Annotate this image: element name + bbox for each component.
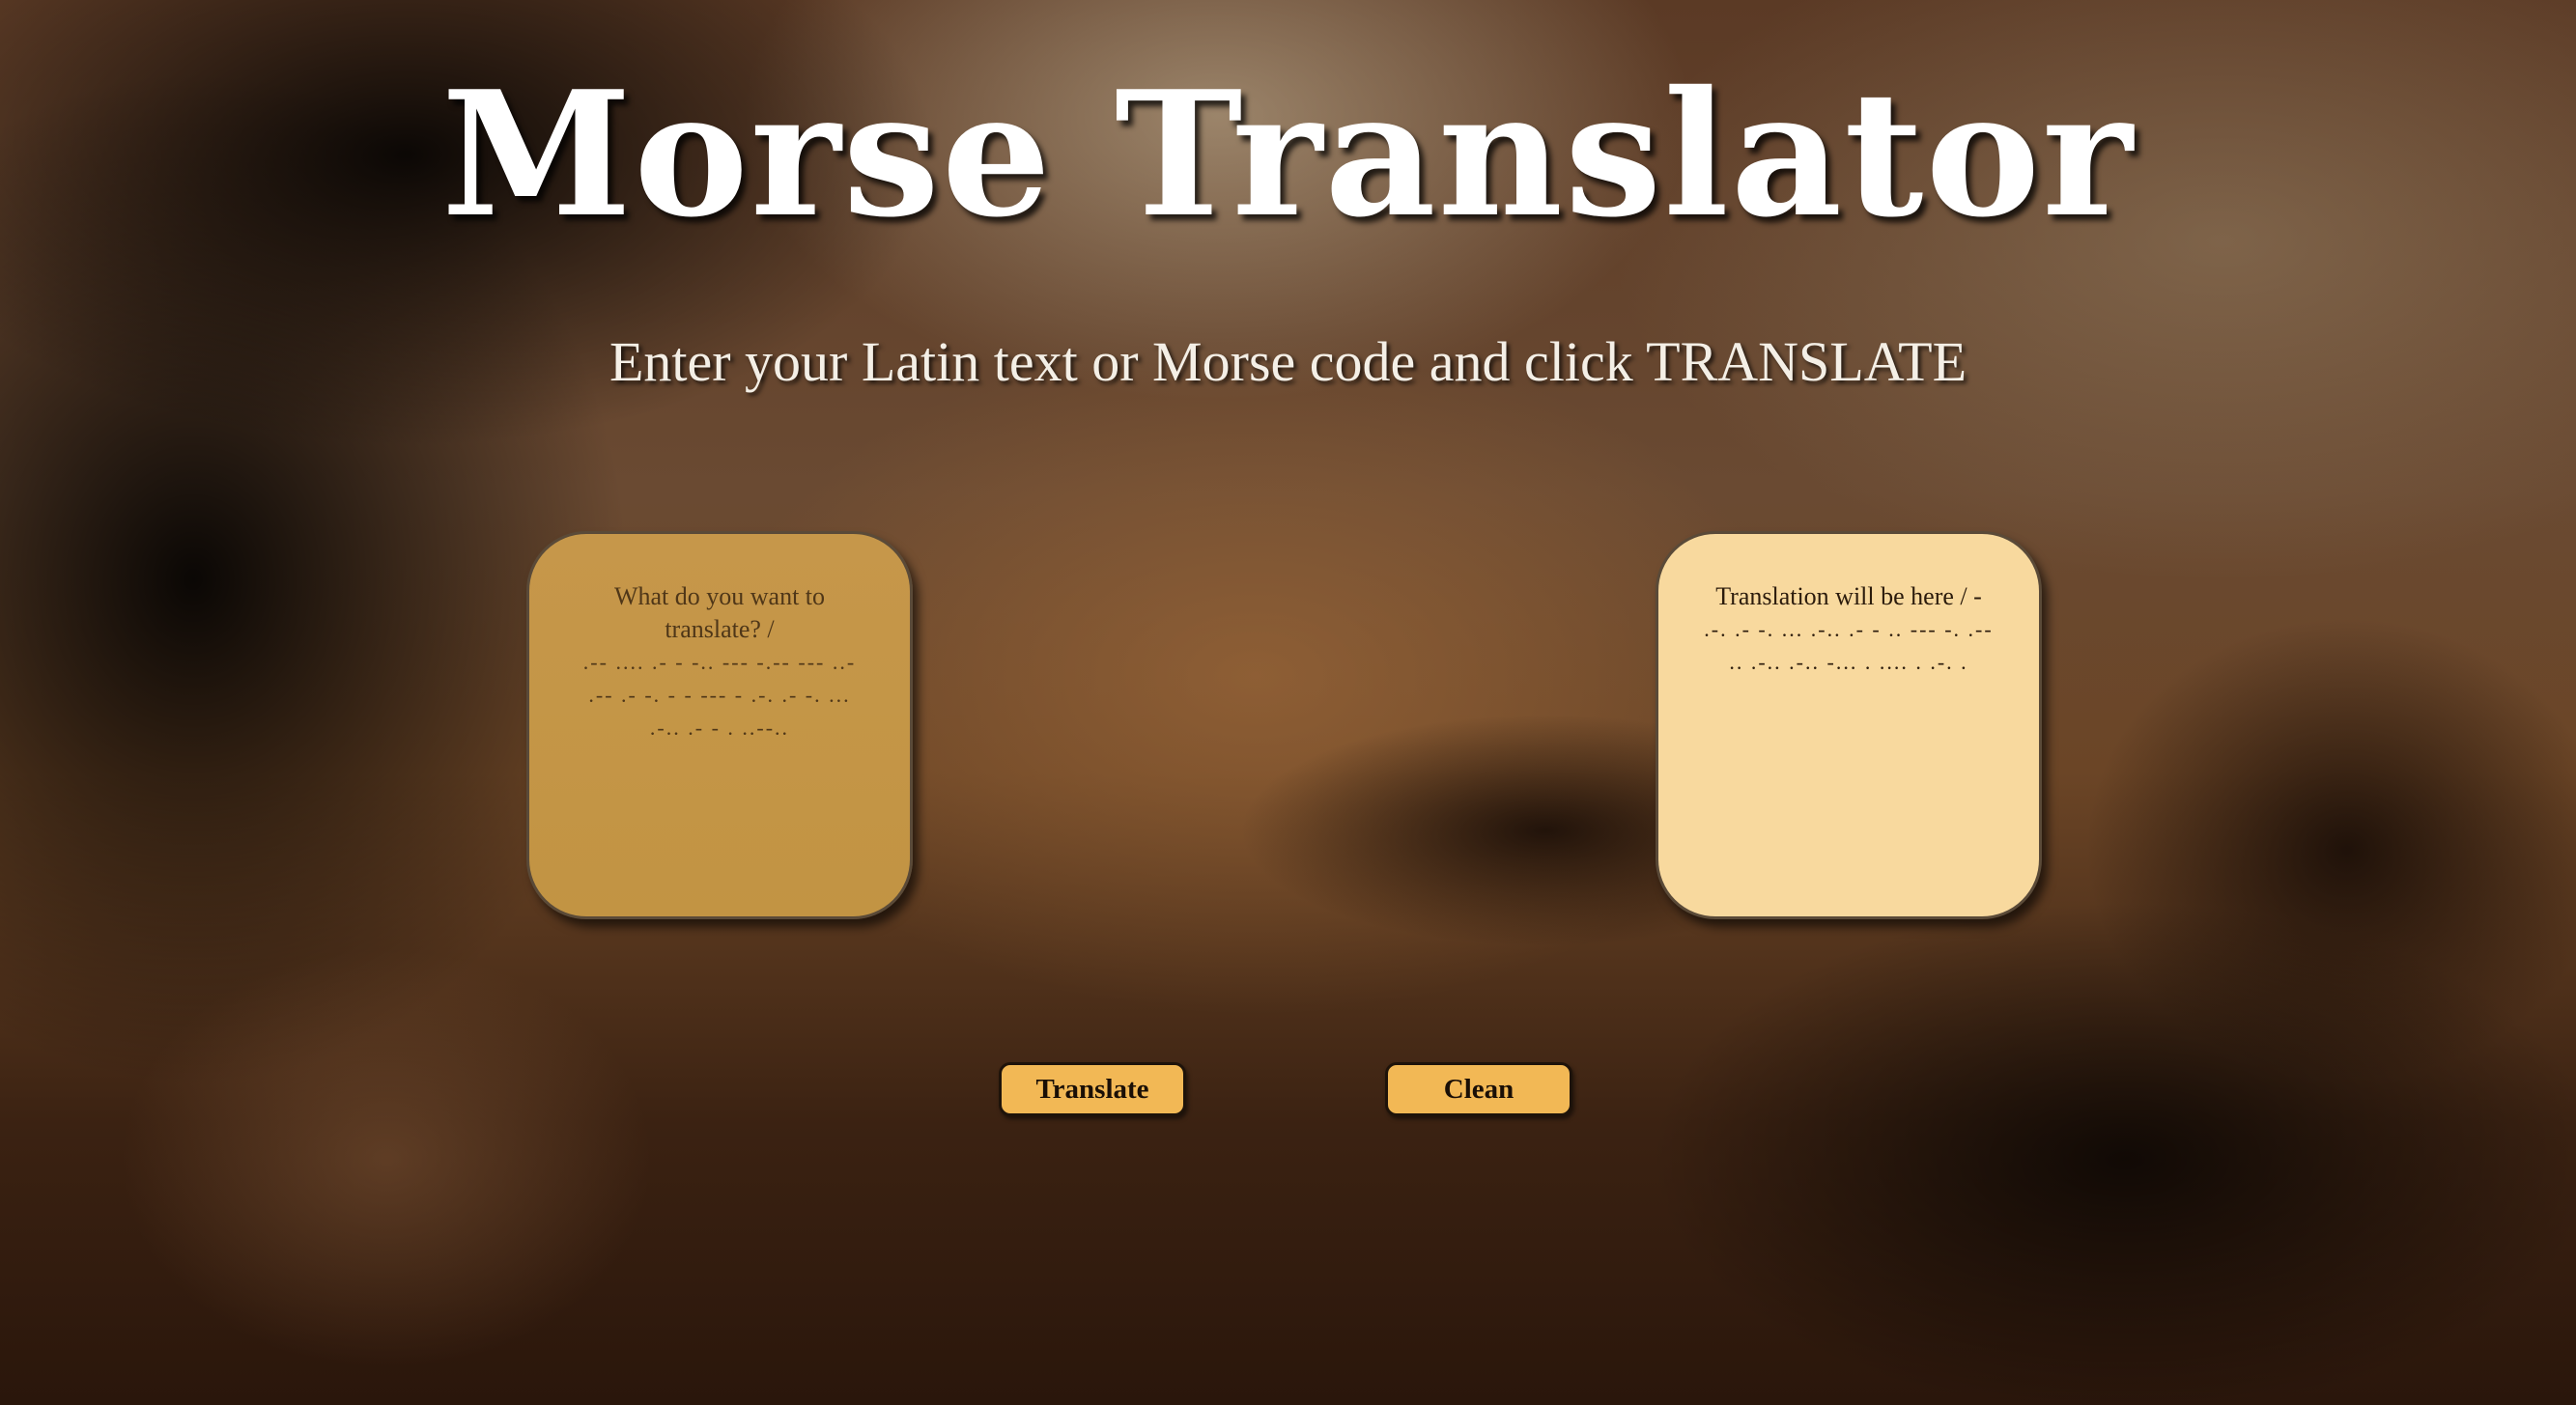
output-placeholder-text: Translation will be here / - bbox=[1715, 582, 1982, 610]
page-subtitle: Enter your Latin text or Morse code and … bbox=[609, 330, 1967, 393]
background-arm bbox=[58, 869, 831, 1405]
translate-button[interactable]: Translate bbox=[999, 1062, 1186, 1116]
output-placeholder: Translation will be here / - .-. .- -. .… bbox=[1701, 582, 1996, 679]
page-title: Morse Translator bbox=[441, 53, 2135, 255]
input-placeholder: What do you want to translate? / .-- ...… bbox=[572, 582, 867, 745]
input-placeholder-text: What do you want to translate? / bbox=[613, 582, 826, 643]
output-textarea[interactable]: Translation will be here / - .-. .- -. .… bbox=[1656, 531, 2042, 919]
output-placeholder-morse: .-. .- -. ... .-.. .- - .. --- -. .-- ..… bbox=[1704, 617, 1994, 674]
clean-button[interactable]: Clean bbox=[1385, 1062, 1572, 1116]
input-textarea[interactable]: What do you want to translate? / .-- ...… bbox=[526, 531, 913, 919]
background-machine bbox=[1980, 502, 2576, 1178]
input-placeholder-morse: .-- .... .- - -.. --- -.-- --- ..- .-- .… bbox=[582, 650, 857, 740]
